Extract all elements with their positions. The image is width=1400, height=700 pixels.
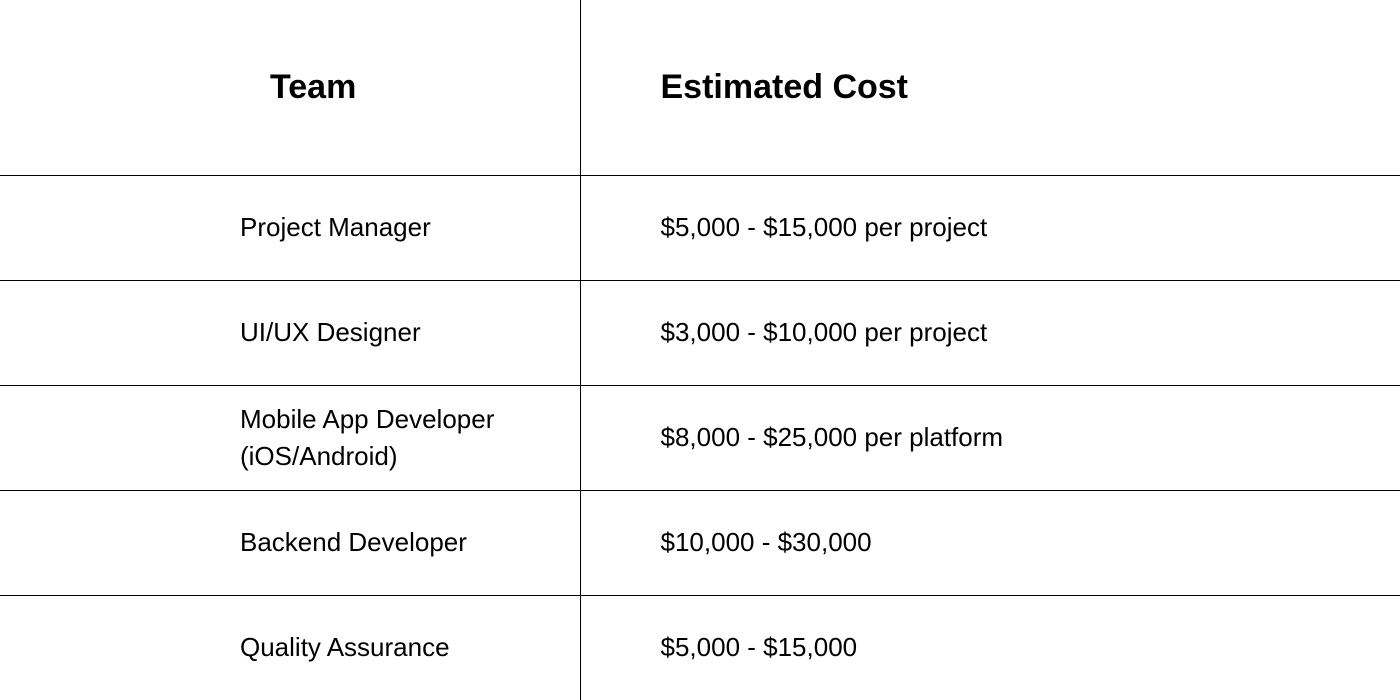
cell-team: Backend Developer	[0, 490, 580, 595]
table-row: Backend Developer $10,000 - $30,000	[0, 490, 1400, 595]
cell-team: Mobile App Developer (iOS/Android)	[0, 385, 580, 490]
cell-cost: $10,000 - $30,000	[580, 490, 1400, 595]
header-cost: Estimated Cost	[580, 0, 1400, 175]
table-row: Quality Assurance $5,000 - $15,000	[0, 595, 1400, 700]
table-row: Mobile App Developer (iOS/Android) $8,00…	[0, 385, 1400, 490]
table-row: Project Manager $5,000 - $15,000 per pro…	[0, 175, 1400, 280]
cost-table: Team Estimated Cost Project Manager $5,0…	[0, 0, 1400, 700]
cell-team: Project Manager	[0, 175, 580, 280]
table-row: UI/UX Designer $3,000 - $10,000 per proj…	[0, 280, 1400, 385]
cell-team: Quality Assurance	[0, 595, 580, 700]
header-team: Team	[0, 0, 580, 175]
cell-team: UI/UX Designer	[0, 280, 580, 385]
cell-cost: $3,000 - $10,000 per project	[580, 280, 1400, 385]
cell-cost: $5,000 - $15,000 per project	[580, 175, 1400, 280]
cell-cost: $8,000 - $25,000 per platform	[580, 385, 1400, 490]
table-header-row: Team Estimated Cost	[0, 0, 1400, 175]
cell-cost: $5,000 - $15,000	[580, 595, 1400, 700]
